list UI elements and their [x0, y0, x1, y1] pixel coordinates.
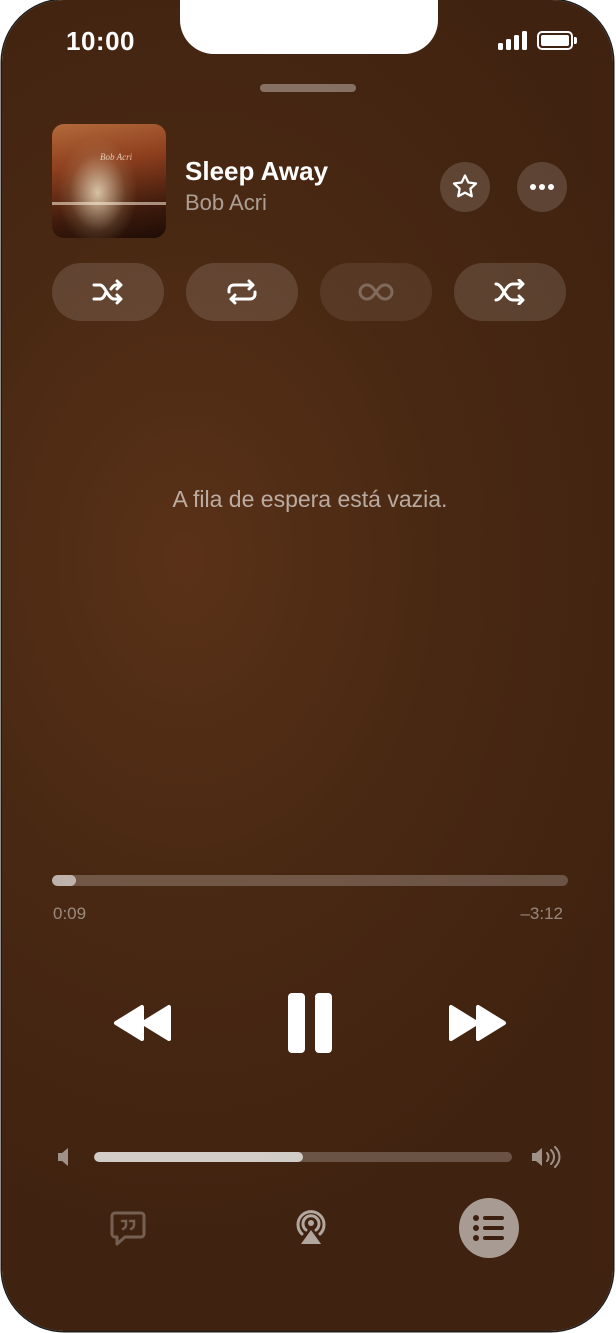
time-elapsed: 0:09 [53, 904, 87, 923]
song-artist[interactable]: Bob Acri [185, 190, 267, 216]
ellipsis-icon [530, 184, 554, 190]
artwork-stripe [52, 202, 166, 205]
repeat-button[interactable] [186, 263, 298, 321]
shuffle-button[interactable] [52, 263, 164, 321]
status-time: 10:00 [66, 26, 135, 56]
status-icons [498, 30, 577, 50]
infinity-icon [358, 283, 394, 301]
star-icon [452, 174, 478, 198]
lyrics-icon [110, 1211, 146, 1246]
time-remaining: –3:12 [520, 904, 563, 923]
device-notch [180, 0, 438, 54]
rewind-button[interactable] [104, 996, 178, 1050]
autoplay-button[interactable] [320, 263, 432, 321]
airplay-button[interactable] [289, 1204, 333, 1250]
volume-low-icon [56, 1146, 72, 1173]
album-artwork[interactable]: Bob Acri [52, 124, 166, 238]
repeat-icon [227, 279, 257, 305]
signal-icon [498, 30, 527, 50]
sheet-grabber[interactable] [260, 84, 356, 92]
player-screen: 10:00 Bob Acri Sleep Away Bob Acri A fil… [2, 0, 613, 1331]
lyrics-button[interactable] [106, 1206, 150, 1250]
crossfade-icon [494, 279, 525, 305]
forward-button[interactable] [442, 996, 516, 1050]
rewind-icon [114, 1005, 171, 1041]
favorite-button[interactable] [440, 162, 490, 212]
volume-slider[interactable] [94, 1152, 512, 1162]
playback-scrubber[interactable] [52, 875, 568, 886]
queue-list-icon [473, 1215, 504, 1241]
more-button[interactable] [517, 162, 567, 212]
shuffle-icon [92, 279, 123, 305]
queue-button[interactable] [459, 1198, 519, 1258]
airplay-icon [296, 1210, 326, 1244]
playback-progress-fill [52, 875, 77, 886]
crossfade-button[interactable] [454, 263, 566, 321]
volume-high-icon [530, 1144, 566, 1175]
pause-icon [288, 993, 332, 1053]
pause-button[interactable] [280, 988, 340, 1058]
battery-icon [537, 30, 577, 50]
volume-fill [94, 1152, 303, 1162]
song-title: Sleep Away [185, 156, 329, 186]
fast-forward-icon [449, 1005, 506, 1041]
artwork-caption: Bob Acri [100, 152, 133, 162]
queue-empty-message: A fila de espera está vazia. [172, 486, 448, 512]
